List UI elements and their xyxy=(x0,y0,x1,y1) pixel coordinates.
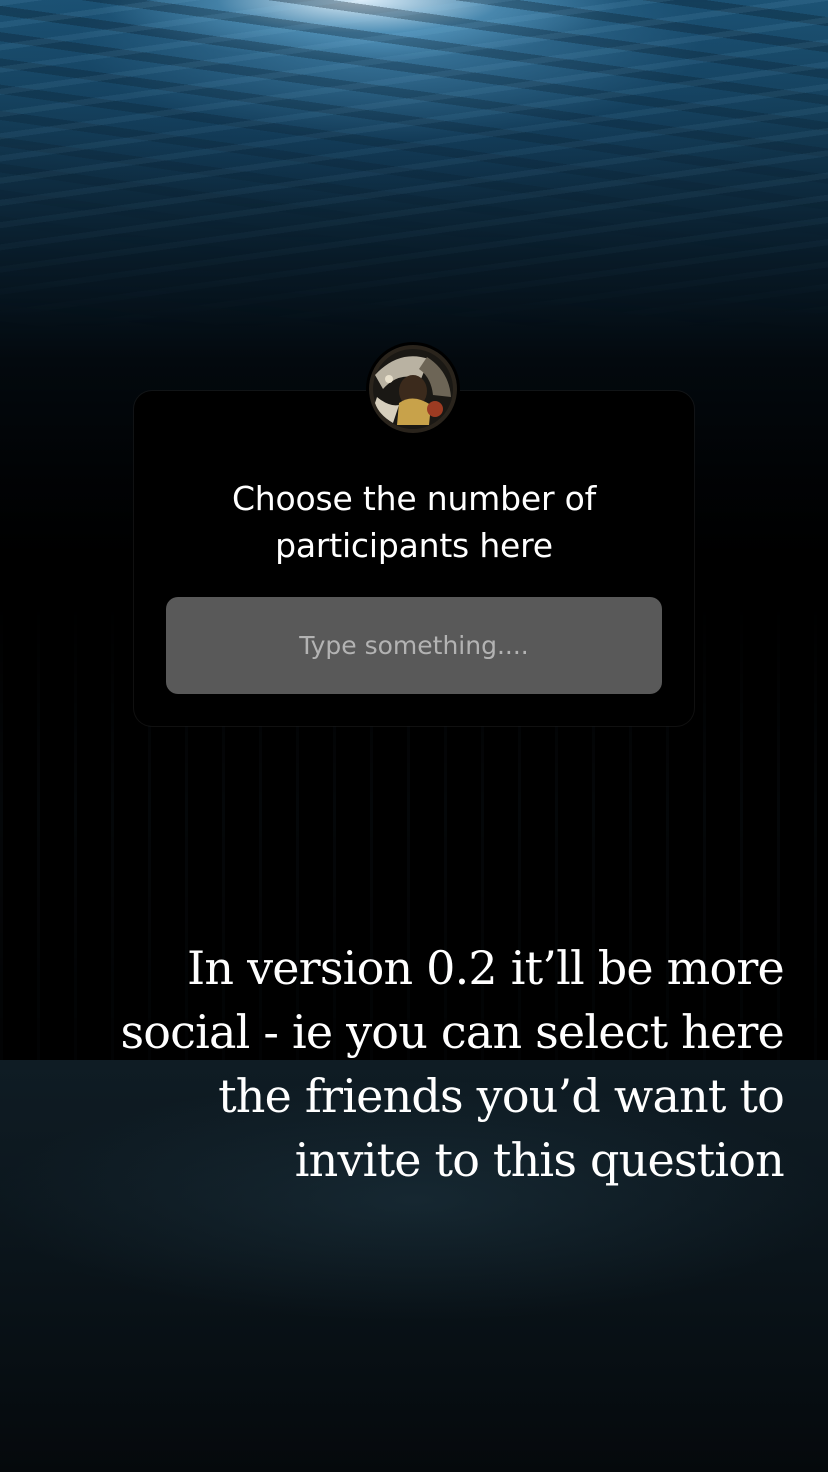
story-canvas: Choose the number of participants here T… xyxy=(0,0,828,1472)
question-title-line-1: Choose the number of xyxy=(231,479,597,518)
question-title: Choose the number of participants here xyxy=(134,475,694,569)
story-caption: In version 0.2 it’ll be more social - ie… xyxy=(60,936,784,1192)
question-title-line-2: participants here xyxy=(275,526,553,565)
caption-line-1: In version 0.2 it’ll be more xyxy=(187,941,785,995)
profile-avatar xyxy=(369,345,457,433)
answer-input[interactable]: Type something.... xyxy=(166,597,662,694)
caption-line-3: the friends you’d want to xyxy=(218,1069,785,1123)
avatar-image xyxy=(369,345,457,433)
question-sticker[interactable]: Choose the number of participants here T… xyxy=(134,391,694,726)
caption-line-4: invite to this question xyxy=(294,1133,785,1187)
caption-line-2: social - ie you can select here xyxy=(120,1005,784,1059)
answer-placeholder: Type something.... xyxy=(299,631,529,660)
